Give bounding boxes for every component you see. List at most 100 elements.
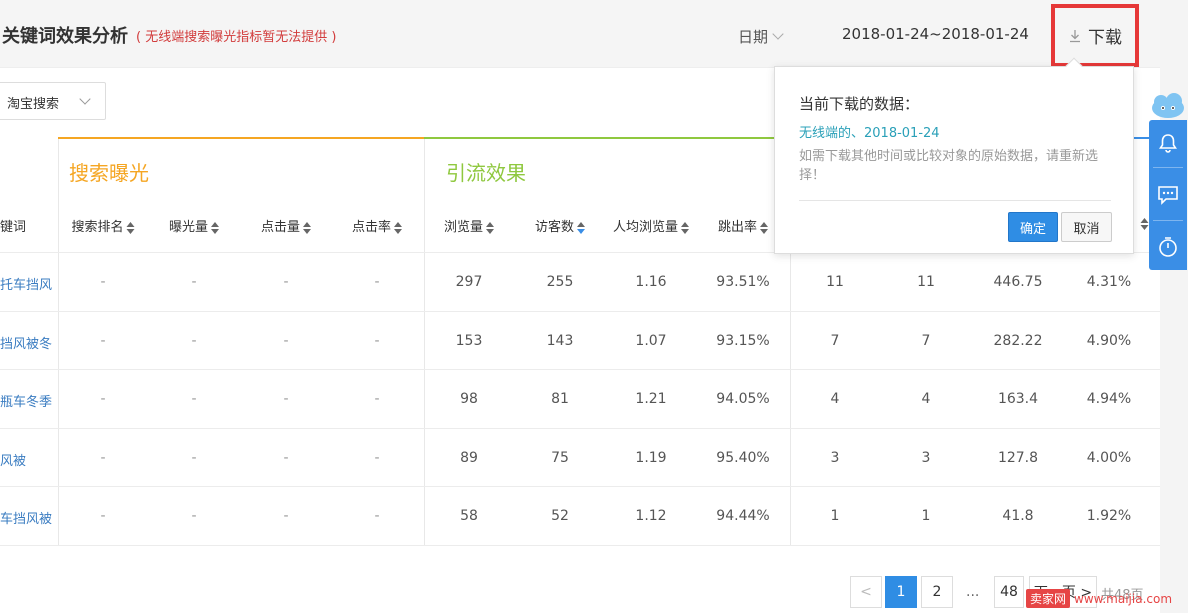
pagination-page-2[interactable]: 2 [921, 576, 953, 608]
table-cell-bounce: 94.05% [716, 391, 770, 407]
col-header-label: 跳出率 [717, 220, 758, 235]
cloud-mascot-icon[interactable] [1150, 92, 1186, 120]
table-cell-c2: 4 [921, 391, 931, 407]
pagination-ellipsis: ... [966, 584, 980, 600]
table-cell-c3: 41.8 [1002, 508, 1034, 524]
toolbar-divider [1153, 167, 1183, 168]
keyword-link[interactable]: 瓶车冬季 [0, 391, 52, 410]
table-cell-clicks: - [283, 332, 289, 349]
table-cell-c4: 1.92% [1086, 508, 1132, 524]
col-header-clicks[interactable]: 点击量 [260, 216, 312, 235]
timer-icon[interactable] [1157, 236, 1179, 258]
table-cell-c4: 4.31% [1086, 274, 1132, 290]
page: 关键词效果分析 ( 无线端搜索曝光指标暂无法提供 ) 日期 2018-01-24… [0, 0, 1188, 613]
date-range[interactable]: 2018-01-24~2018-01-24 [842, 25, 1029, 43]
table-cell-c2: 3 [921, 449, 931, 466]
bell-icon[interactable] [1157, 132, 1179, 154]
date-dropdown[interactable]: 日期 [738, 26, 784, 47]
col-header-visitors[interactable]: 访客数 [535, 216, 586, 235]
col-header-label: 曝光量 [168, 220, 209, 235]
pagination-page-last[interactable]: 48 [994, 576, 1024, 608]
group-underline-exposure [58, 137, 424, 139]
table-cell-avg: 1.07 [635, 332, 667, 349]
table-cell-c1: 11 [826, 274, 844, 290]
pagination-page-1[interactable]: 1 [885, 576, 917, 608]
watermark-url: www.maijia.com [1074, 592, 1173, 606]
download-popover: 当前下载的数据： 无线端的、2018-01-24 如需下载其他时间或比较对象的原… [774, 57, 1134, 254]
sort-icon [1140, 217, 1149, 230]
col-header-search-rank[interactable]: 搜索排名 [71, 216, 135, 235]
table-cell-c4: 4.90% [1086, 332, 1132, 349]
table-cell-c1: 7 [830, 332, 840, 349]
table-cell-clicks: - [283, 274, 289, 290]
table-cell-exposure: - [191, 332, 197, 349]
source-select[interactable]: 淘宝搜索 [0, 82, 106, 120]
keyword-link[interactable]: 车挡风被 [0, 508, 52, 527]
sort-icon [681, 221, 690, 234]
table-cell-ctr: - [374, 332, 380, 349]
table-cell-exposure: - [191, 391, 197, 407]
table-cell-rank: - [100, 332, 106, 349]
table-cell-clicks: - [283, 508, 289, 524]
table-cell-clicks: - [283, 391, 289, 407]
col-header-label: 浏览量 [443, 220, 484, 235]
page-title: 关键词效果分析 [2, 26, 128, 47]
col-header-label: 人均浏览量 [612, 220, 679, 235]
col-header-ctr[interactable]: 点击率 [351, 216, 403, 235]
table-cell-ctr: - [374, 391, 380, 407]
table-cell-pv: 89 [460, 449, 478, 466]
popover-divider [799, 200, 1111, 201]
popover-heading: 当前下载的数据： [799, 95, 920, 113]
table-cell-uv: 75 [551, 449, 569, 466]
table-cell-avg: 1.21 [635, 391, 667, 407]
table-cell-exposure: - [191, 508, 197, 524]
confirm-button[interactable]: 确定 [1008, 212, 1058, 242]
col-header-partial[interactable] [1138, 216, 1149, 231]
row-border [0, 486, 1160, 487]
table-cell-c4: 4.00% [1086, 449, 1132, 466]
table-cell-rank: - [100, 449, 106, 466]
column-divider [58, 139, 59, 545]
header-bar: 关键词效果分析 ( 无线端搜索曝光指标暂无法提供 ) 日期 2018-01-24… [0, 0, 1160, 68]
keyword-link[interactable]: 挡风被冬 [0, 333, 52, 352]
cancel-button[interactable]: 取消 [1061, 212, 1112, 242]
keyword-link[interactable]: 风被 [0, 450, 26, 469]
table-cell-exposure: - [191, 274, 197, 290]
chat-icon[interactable] [1157, 184, 1179, 206]
col-header-label: 点击率 [351, 220, 392, 235]
col-header-avg-pageviews[interactable]: 人均浏览量 [612, 216, 690, 235]
table-cell-rank: - [100, 274, 106, 290]
download-button[interactable]: 下载 [1051, 4, 1139, 67]
toolbar-divider [1153, 220, 1183, 221]
pagination-prev[interactable]: < [850, 576, 882, 608]
column-divider [424, 139, 425, 545]
table-cell-c2: 11 [917, 274, 935, 290]
col-header-keyword: 键词 [0, 220, 27, 235]
keyword-link[interactable]: 托车挡风 [0, 274, 52, 293]
table-cell-avg: 1.19 [635, 449, 667, 466]
table-cell-ctr: - [374, 508, 380, 524]
table-cell-bounce: 94.44% [716, 508, 770, 524]
page-subtitle-note: ( 无线端搜索曝光指标暂无法提供 ) [136, 30, 337, 45]
col-header-exposure[interactable]: 曝光量 [168, 216, 220, 235]
table-cell-c3: 446.75 [993, 274, 1043, 290]
sort-icon [211, 221, 220, 234]
col-header-label: 点击量 [260, 220, 301, 235]
watermark-badge: 卖家网 [1026, 589, 1071, 608]
right-float-toolbar [1149, 120, 1187, 270]
download-icon [1070, 29, 1080, 42]
col-header-label: 搜索排名 [71, 220, 124, 235]
table-cell-uv: 52 [551, 508, 569, 524]
table-cell-avg: 1.16 [635, 274, 667, 290]
chevron-down-icon [79, 93, 91, 105]
group-underline-traffic [424, 137, 794, 139]
col-header-pageviews[interactable]: 浏览量 [443, 216, 495, 235]
table-cell-c3: 163.4 [997, 391, 1039, 407]
table-cell-pv: 153 [455, 332, 483, 349]
sort-icon [126, 221, 135, 234]
table-cell-c2: 7 [921, 332, 931, 349]
source-select-value: 淘宝搜索 [7, 97, 60, 112]
col-header-bounce-rate[interactable]: 跳出率 [717, 216, 769, 235]
table-cell-clicks: - [283, 449, 289, 466]
table-cell-avg: 1.12 [635, 508, 667, 524]
